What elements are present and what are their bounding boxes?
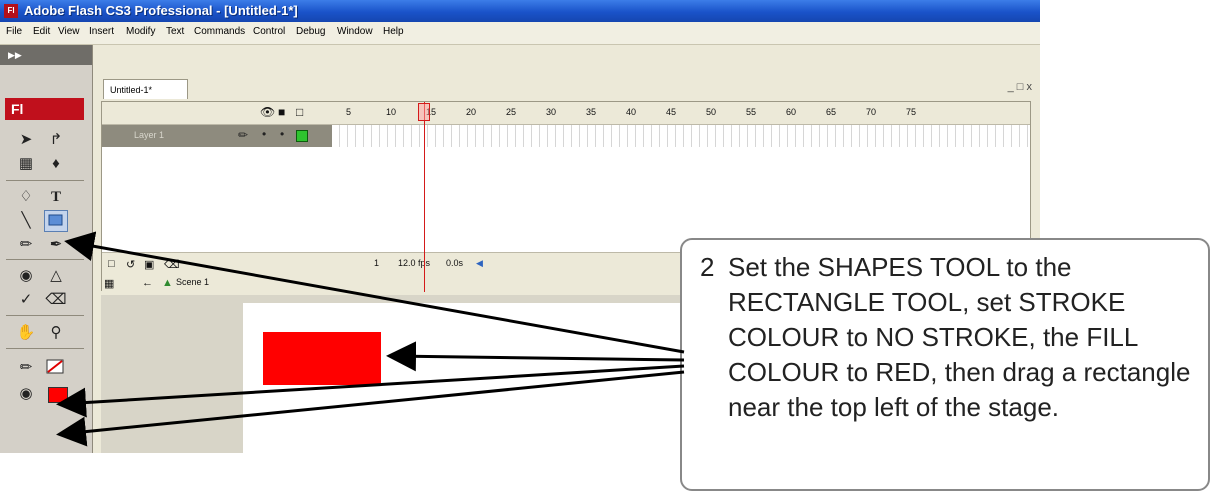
edit-bar-icon[interactable]: ▦: [104, 277, 114, 290]
frame-number: 75: [906, 107, 917, 117]
frame-number: 70: [866, 107, 877, 117]
red-rectangle[interactable]: [263, 332, 381, 385]
frame-number: 50: [706, 107, 717, 117]
eyedropper-tool-icon[interactable]: ✓: [14, 289, 38, 311]
frame-rate: 12.0 fps: [398, 258, 431, 268]
document-tab[interactable]: Untitled-1*: [103, 79, 188, 99]
menu-insert[interactable]: Insert: [89, 26, 114, 37]
lock-dot-icon[interactable]: •: [280, 127, 284, 141]
document-window-controls[interactable]: _ □ x: [1008, 81, 1032, 93]
rectangle-tool-icon[interactable]: [44, 210, 68, 232]
frame-number: 30: [546, 107, 557, 117]
current-frame: 1: [374, 258, 380, 268]
outline-layers-icon[interactable]: □: [296, 105, 303, 119]
window-title: Adobe Flash CS3 Professional - [Untitled…: [24, 3, 298, 18]
tools-divider: [6, 180, 84, 181]
insert-folder-icon[interactable]: ▣: [144, 258, 154, 271]
insert-layer-icon[interactable]: □: [108, 258, 115, 270]
frame-number: 25: [506, 107, 517, 117]
frame-number: 60: [786, 107, 797, 117]
scene-icon: ▲: [162, 277, 173, 289]
frame-number: 65: [826, 107, 837, 117]
menu-control[interactable]: Control: [253, 26, 285, 37]
menu-help[interactable]: Help: [383, 26, 404, 37]
frame-number: 20: [466, 107, 477, 117]
menu-commands[interactable]: Commands: [194, 26, 245, 37]
menu-window[interactable]: Window: [337, 26, 373, 37]
brush-tool-icon[interactable]: ✒: [44, 234, 68, 256]
flash-app-icon: Fl: [4, 4, 18, 18]
step-instruction: Set the SHAPES TOOL to the RECTANGLE TOO…: [728, 252, 1191, 422]
layer-name-cell[interactable]: Layer 1 ✏ • •: [102, 125, 332, 147]
frame-number: 40: [626, 107, 637, 117]
tools-divider: [6, 259, 84, 260]
frame-number: 55: [746, 107, 757, 117]
menu-bar: File Edit View Insert Modify Text Comman…: [0, 22, 1040, 45]
menu-edit[interactable]: Edit: [33, 26, 50, 37]
frame-number: 45: [666, 107, 677, 117]
menu-debug[interactable]: Debug: [296, 26, 325, 37]
pen-tool-icon[interactable]: ♢: [14, 186, 38, 208]
tools-divider: [6, 315, 84, 316]
show-hide-layers-icon[interactable]: 👁: [260, 105, 275, 119]
menu-view[interactable]: View: [58, 26, 80, 37]
tools-divider: [6, 348, 84, 349]
zoom-tool-icon[interactable]: ⚲: [44, 322, 68, 344]
add-motion-guide-icon[interactable]: ↺: [126, 258, 135, 271]
menu-file[interactable]: File: [6, 26, 22, 37]
lock-layers-icon[interactable]: ■: [278, 105, 285, 119]
menu-text[interactable]: Text: [166, 26, 184, 37]
line-tool-icon[interactable]: ╲: [14, 210, 38, 232]
layer-name: Layer 1: [134, 130, 165, 140]
step-number: 2: [700, 252, 715, 282]
menu-modify[interactable]: Modify: [126, 26, 155, 37]
ink-bottle-tool-icon[interactable]: ◉: [14, 265, 38, 287]
subselection-tool-icon[interactable]: ↱: [44, 129, 68, 151]
title-bar: Fl Adobe Flash CS3 Professional - [Untit…: [0, 0, 1040, 22]
layer-frames[interactable]: [332, 125, 1030, 147]
back-arrow-icon[interactable]: ←: [142, 277, 153, 289]
layer-outline-color-icon[interactable]: [296, 130, 308, 142]
playhead-handle[interactable]: [418, 103, 430, 121]
tools-panel-grip[interactable]: ▶▶: [0, 45, 92, 65]
text-tool-icon[interactable]: T: [44, 186, 68, 208]
stroke-color-pencil-icon: ✏: [19, 359, 33, 376]
free-transform-tool-icon[interactable]: ▦: [14, 153, 38, 175]
visibility-dot-icon[interactable]: •: [262, 127, 266, 141]
elapsed-time: 0.0s: [446, 258, 464, 268]
flash-logo-badge: Fl: [5, 98, 84, 120]
paint-bucket-tool-icon[interactable]: △: [44, 265, 68, 287]
delete-layer-icon[interactable]: ⌫: [164, 258, 180, 271]
fill-color-swatch-red[interactable]: [48, 387, 68, 403]
pencil-tool-icon[interactable]: ✏: [14, 234, 38, 256]
pencil-edit-icon: ✏: [238, 128, 249, 142]
frame-number: 10: [386, 107, 397, 117]
frame-number: 5: [346, 107, 352, 117]
scene-label[interactable]: Scene 1: [176, 277, 209, 287]
eraser-tool-icon[interactable]: ⌫: [44, 289, 68, 311]
frame-number: 35: [586, 107, 597, 117]
instruction-callout: 2 Set the SHAPES TOOL to the RECTANGLE T…: [680, 238, 1210, 491]
layer-row[interactable]: Layer 1 ✏ • •: [102, 125, 1030, 147]
lasso-tool-icon[interactable]: ♦: [44, 153, 68, 175]
selection-tool-icon[interactable]: ➤: [14, 129, 38, 151]
timeline-header: 👁 ■ □ 5 10 15 20 25 30 35 40 45 50 55 60…: [102, 102, 1030, 125]
fill-color-bucket-icon: ◉: [19, 385, 33, 402]
stroke-color-swatch-no-stroke[interactable]: [44, 357, 68, 379]
hand-tool-icon[interactable]: ✋: [14, 322, 38, 344]
tools-panel: ▶▶ Fl ➤ ↱ ▦ ♦ ♢ T ╲ ✏ ✒ ◉ △ ✓ ⌫ ✋ ⚲ ✏ ◉: [0, 45, 93, 453]
scroll-left-icon[interactable]: ◀: [476, 258, 483, 269]
playhead-line: [424, 102, 425, 292]
